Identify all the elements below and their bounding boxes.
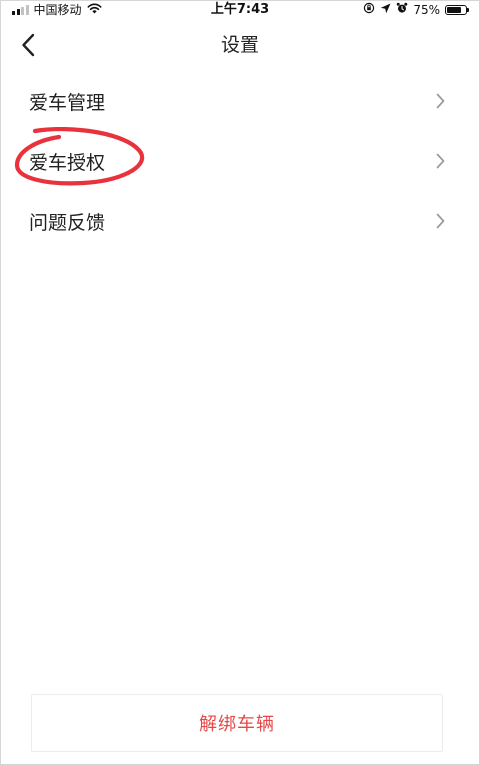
status-bar: 中国移动 上午7:43 75% <box>1 1 479 19</box>
phone-screen: 中国移动 上午7:43 75% 设置 爱车管理 爱车授权 问题反馈 解绑车辆 <box>0 0 480 765</box>
menu-item-car-authorization[interactable]: 爱车授权 <box>1 131 479 191</box>
menu-item-feedback[interactable]: 问题反馈 <box>1 191 479 251</box>
status-right: 75% <box>363 1 469 19</box>
menu-item-label: 爱车管理 <box>29 91 106 114</box>
location-icon <box>380 1 391 19</box>
orientation-lock-icon <box>363 1 375 19</box>
chevron-right-icon <box>436 153 445 169</box>
battery-percent: 75% <box>413 3 440 17</box>
chevron-right-icon <box>436 93 445 109</box>
settings-menu: 爱车管理 爱车授权 问题反馈 <box>1 71 479 251</box>
unbind-vehicle-button[interactable]: 解绑车辆 <box>31 694 443 752</box>
menu-item-car-management[interactable]: 爱车管理 <box>1 71 479 131</box>
alarm-icon <box>396 1 408 19</box>
chevron-right-icon <box>436 213 445 229</box>
battery-icon <box>445 5 469 15</box>
menu-item-label: 爱车授权 <box>29 151 106 174</box>
nav-bar: 设置 <box>1 21 479 69</box>
menu-item-label: 问题反馈 <box>29 211 106 234</box>
page-title: 设置 <box>220 34 259 56</box>
